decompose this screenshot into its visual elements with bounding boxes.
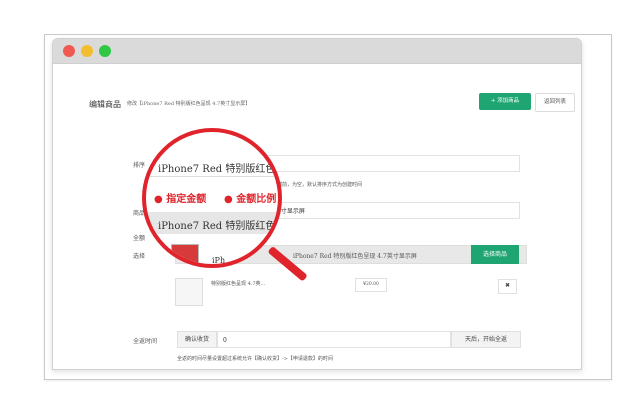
app-window: 编辑商品 修改【iPhone7 Red 特别版红色呈现 4.7英寸显示屏】 + … [52,38,582,370]
return-days-input[interactable]: 0 [217,331,451,348]
product-thumbnail [175,278,203,306]
remove-product-button[interactable]: ✖ [498,279,517,294]
return-time-hint: 全返的时间尽量设置超过系统允许【确认收货】->【申请退款】的时间 [177,356,333,362]
title-bar [53,39,581,64]
fixed-amount-option[interactable]: ● 指定金额 [154,190,206,205]
select-product-button[interactable]: 选择商品 [471,245,519,264]
minimize-window-dot[interactable] [81,45,93,57]
return-days-suffix: 天后，开始全返 [451,331,521,348]
close-window-dot[interactable] [63,45,75,57]
amount-ratio-label: 金额比例 [236,194,277,205]
amount-ratio-option[interactable]: ● 金额比例 [224,190,276,205]
amount-type-label: 全额 [133,235,146,242]
return-time-label: 全返时间 [133,338,158,345]
return-list-button[interactable]: 返回列表 [535,93,575,112]
magnified-product-name: iPhone7 Red 特别版红色呈现 [158,164,282,175]
select-product-label: 选择 [133,253,146,260]
page-title: 编辑商品 [89,100,121,109]
page-subtitle: 修改【iPhone7 Red 特别版红色呈现 4.7英寸显示屏】 [127,101,251,107]
sort-label: 排序 [133,162,146,169]
add-product-button[interactable]: + 添加商品 [479,93,531,110]
product-price-input[interactable]: ¥20.00 [355,278,387,292]
fixed-amount-label: 指定金额 [166,194,207,205]
magnified-select-text: iPhone7 Red 特别版红色呈现 [158,221,282,232]
confirm-receipt-prefix: 确认收货 [177,331,217,348]
magnifier-lens: iPhone7 Red 特别版红色呈现 ● 指定金额 ● 金额比例 iPhone… [142,128,282,268]
maximize-window-dot[interactable] [99,45,111,57]
content-area: 编辑商品 修改【iPhone7 Red 特别版红色呈现 4.7英寸显示屏】 + … [53,63,581,369]
magnified-thumb-text: iPh [212,256,226,265]
selected-product-name: 特别版红色呈现 4.7英... [211,281,266,287]
magnified-divider [146,176,278,177]
select-product-bar-text: iPhone7 Red 特别版红色呈现 4.7英寸显示屏 [293,253,417,260]
